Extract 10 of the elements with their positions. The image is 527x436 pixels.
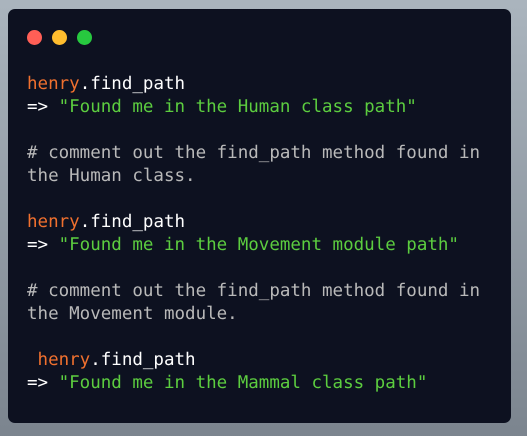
code-line: => "Found me in the Mammal class path" [27, 373, 428, 393]
code-line: the Movement module. [27, 304, 238, 324]
code-line: the Human class. [27, 166, 196, 186]
code-line: # comment out the find_path method found in [27, 281, 480, 301]
code-line: henry.find_path [27, 74, 186, 94]
code-line: => "Found me in the Human class path" [27, 97, 417, 117]
code-line: henry.find_path [27, 212, 186, 232]
code-line: # comment out the find_path method found in [27, 143, 480, 163]
code-line: henry.find_path [36, 350, 196, 370]
code-line: => "Found me in the Movement module path" [27, 235, 459, 255]
